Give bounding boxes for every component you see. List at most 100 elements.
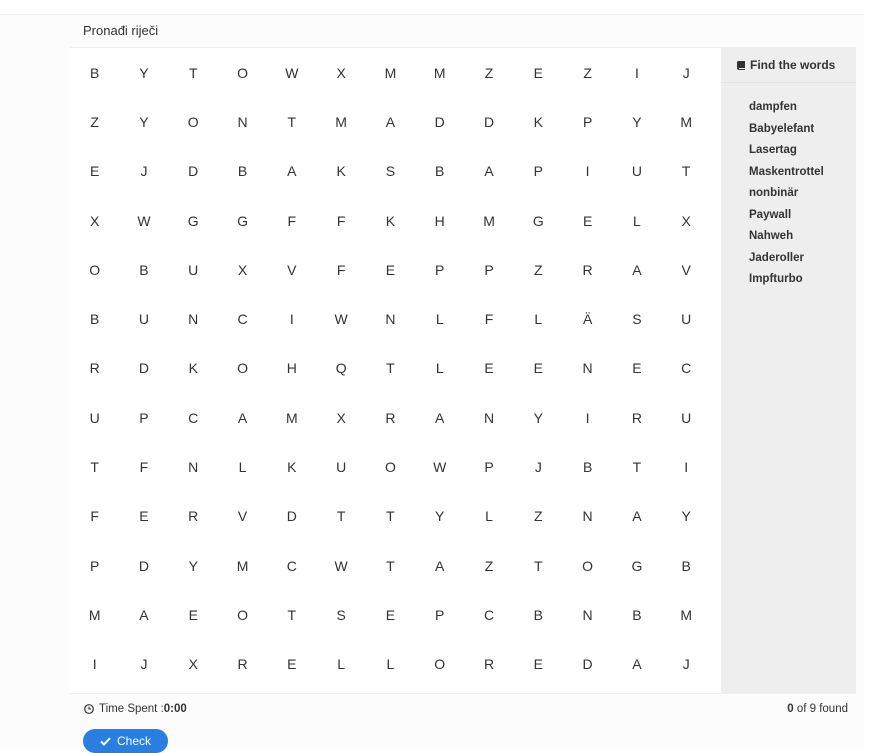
grid-cell[interactable]: B xyxy=(218,147,267,196)
grid-cell[interactable]: O xyxy=(218,590,267,639)
grid-cell[interactable]: T xyxy=(366,344,415,393)
grid-cell[interactable]: O xyxy=(218,344,267,393)
grid-cell[interactable]: L xyxy=(612,196,661,245)
grid-cell[interactable]: V xyxy=(267,245,316,294)
grid-cell[interactable]: A xyxy=(415,393,464,442)
grid-cell[interactable]: D xyxy=(464,97,513,146)
grid-cell[interactable]: M xyxy=(267,393,316,442)
check-button[interactable]: Check xyxy=(83,729,168,753)
grid-cell[interactable]: G xyxy=(218,196,267,245)
grid-cell[interactable]: M xyxy=(366,48,415,97)
grid-cell[interactable]: J xyxy=(514,442,563,491)
grid-cell[interactable]: P xyxy=(514,147,563,196)
grid-cell[interactable]: C xyxy=(662,344,711,393)
grid-cell[interactable]: Y xyxy=(119,97,168,146)
grid-cell[interactable]: N xyxy=(218,97,267,146)
grid-cell[interactable]: T xyxy=(267,590,316,639)
grid-cell[interactable]: E xyxy=(612,344,661,393)
grid-cell[interactable]: S xyxy=(366,147,415,196)
grid-cell[interactable]: D xyxy=(169,147,218,196)
grid-cell[interactable]: D xyxy=(119,541,168,590)
grid-cell[interactable]: J xyxy=(662,640,711,689)
grid-cell[interactable]: W xyxy=(316,541,365,590)
grid-cell[interactable]: G xyxy=(169,196,218,245)
grid-cell[interactable]: L xyxy=(464,492,513,541)
grid-cell[interactable]: X xyxy=(316,48,365,97)
grid-cell[interactable]: Y xyxy=(662,492,711,541)
grid-cell[interactable]: T xyxy=(366,541,415,590)
grid-cell[interactable]: E xyxy=(563,196,612,245)
grid-cell[interactable]: A xyxy=(119,590,168,639)
grid-cell[interactable]: S xyxy=(316,590,365,639)
grid-cell[interactable]: E xyxy=(169,590,218,639)
grid-cell[interactable]: W xyxy=(415,442,464,491)
grid-cell[interactable]: N xyxy=(563,344,612,393)
grid-cell[interactable]: Ä xyxy=(563,294,612,343)
grid-cell[interactable]: N xyxy=(169,294,218,343)
grid-cell[interactable]: F xyxy=(316,245,365,294)
grid-cell[interactable]: K xyxy=(267,442,316,491)
grid-cell[interactable]: Z xyxy=(514,245,563,294)
grid-cell[interactable]: P xyxy=(119,393,168,442)
grid-cell[interactable]: E xyxy=(514,640,563,689)
grid-cell[interactable]: V xyxy=(662,245,711,294)
grid-cell[interactable]: L xyxy=(415,294,464,343)
grid-cell[interactable]: U xyxy=(70,393,119,442)
grid-cell[interactable]: A xyxy=(612,640,661,689)
grid-cell[interactable]: W xyxy=(119,196,168,245)
grid-cell[interactable]: D xyxy=(267,492,316,541)
grid-cell[interactable]: I xyxy=(70,640,119,689)
grid-cell[interactable]: J xyxy=(119,147,168,196)
grid-cell[interactable]: A xyxy=(612,245,661,294)
grid-cell[interactable]: P xyxy=(563,97,612,146)
grid-cell[interactable]: M xyxy=(662,590,711,639)
grid-cell[interactable]: E xyxy=(366,590,415,639)
grid-cell[interactable]: R xyxy=(612,393,661,442)
grid-cell[interactable]: U xyxy=(662,393,711,442)
grid-cell[interactable]: R xyxy=(218,640,267,689)
grid-cell[interactable]: H xyxy=(415,196,464,245)
grid-cell[interactable]: S xyxy=(612,294,661,343)
grid-cell[interactable]: U xyxy=(169,245,218,294)
grid-cell[interactable]: Y xyxy=(612,97,661,146)
grid-cell[interactable]: M xyxy=(218,541,267,590)
grid-cell[interactable]: P xyxy=(415,245,464,294)
grid-cell[interactable]: L xyxy=(514,294,563,343)
grid-cell[interactable]: B xyxy=(514,590,563,639)
grid-cell[interactable]: G xyxy=(514,196,563,245)
grid-cell[interactable]: T xyxy=(612,442,661,491)
grid-cell[interactable]: A xyxy=(415,541,464,590)
grid-cell[interactable]: B xyxy=(70,48,119,97)
grid-cell[interactable]: T xyxy=(169,48,218,97)
grid-cell[interactable]: K xyxy=(514,97,563,146)
grid-cell[interactable]: E xyxy=(267,640,316,689)
grid-cell[interactable]: B xyxy=(415,147,464,196)
grid-cell[interactable]: K xyxy=(366,196,415,245)
grid-cell[interactable]: Z xyxy=(70,97,119,146)
grid-cell[interactable]: T xyxy=(662,147,711,196)
grid-cell[interactable]: L xyxy=(366,640,415,689)
grid-cell[interactable]: P xyxy=(415,590,464,639)
grid-cell[interactable]: N xyxy=(464,393,513,442)
grid-cell[interactable]: R xyxy=(366,393,415,442)
grid-cell[interactable]: L xyxy=(415,344,464,393)
grid-cell[interactable]: I xyxy=(563,393,612,442)
grid-cell[interactable]: N xyxy=(366,294,415,343)
grid-cell[interactable]: J xyxy=(119,640,168,689)
grid-cell[interactable]: W xyxy=(267,48,316,97)
grid-cell[interactable]: M xyxy=(415,48,464,97)
grid-cell[interactable]: Z xyxy=(514,492,563,541)
grid-cell[interactable]: R xyxy=(169,492,218,541)
grid-cell[interactable]: D xyxy=(563,640,612,689)
letter-grid[interactable]: BYTOWXMMZEZIJZYONTMADDKPYMEJDBAKSBAPIUTX… xyxy=(70,48,721,693)
grid-cell[interactable]: F xyxy=(70,492,119,541)
grid-cell[interactable]: L xyxy=(316,640,365,689)
grid-cell[interactable]: O xyxy=(366,442,415,491)
grid-cell[interactable]: Q xyxy=(316,344,365,393)
grid-cell[interactable]: P xyxy=(70,541,119,590)
grid-cell[interactable]: K xyxy=(169,344,218,393)
grid-cell[interactable]: E xyxy=(464,344,513,393)
grid-cell[interactable]: Y xyxy=(514,393,563,442)
grid-cell[interactable]: X xyxy=(218,245,267,294)
grid-cell[interactable]: O xyxy=(218,48,267,97)
